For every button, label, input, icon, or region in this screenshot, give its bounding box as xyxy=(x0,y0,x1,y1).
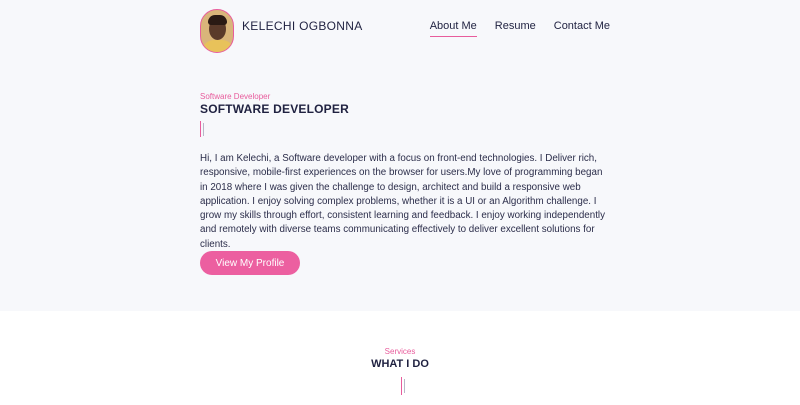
site-brand[interactable]: KELECHI OGBONNA xyxy=(242,19,363,33)
nav-resume[interactable]: Resume xyxy=(495,20,536,37)
bio-text: Hi, I am Kelechi, a Software developer w… xyxy=(200,153,605,250)
nav-contact-me[interactable]: Contact Me xyxy=(554,20,610,37)
nav-about-me[interactable]: About Me xyxy=(429,20,477,37)
avatar-hair xyxy=(208,15,227,25)
site-header: KELECHI OGBONNA About Me Resume Contact … xyxy=(200,9,610,55)
hero-subtitle: Software Developer xyxy=(200,92,271,101)
main-nav: About Me Resume Contact Me xyxy=(429,20,610,37)
services-title: WHAT I DO xyxy=(371,358,429,370)
hero-title: SOFTWARE DEVELOPER xyxy=(200,102,349,116)
avatar-shirt xyxy=(202,40,233,52)
hero-section: KELECHI OGBONNA About Me Resume Contact … xyxy=(0,0,800,311)
services-divider xyxy=(401,377,405,395)
view-profile-button[interactable]: View My Profile xyxy=(200,251,300,275)
services-label: Services xyxy=(384,347,416,356)
hero-divider xyxy=(200,121,204,137)
avatar xyxy=(200,9,234,53)
